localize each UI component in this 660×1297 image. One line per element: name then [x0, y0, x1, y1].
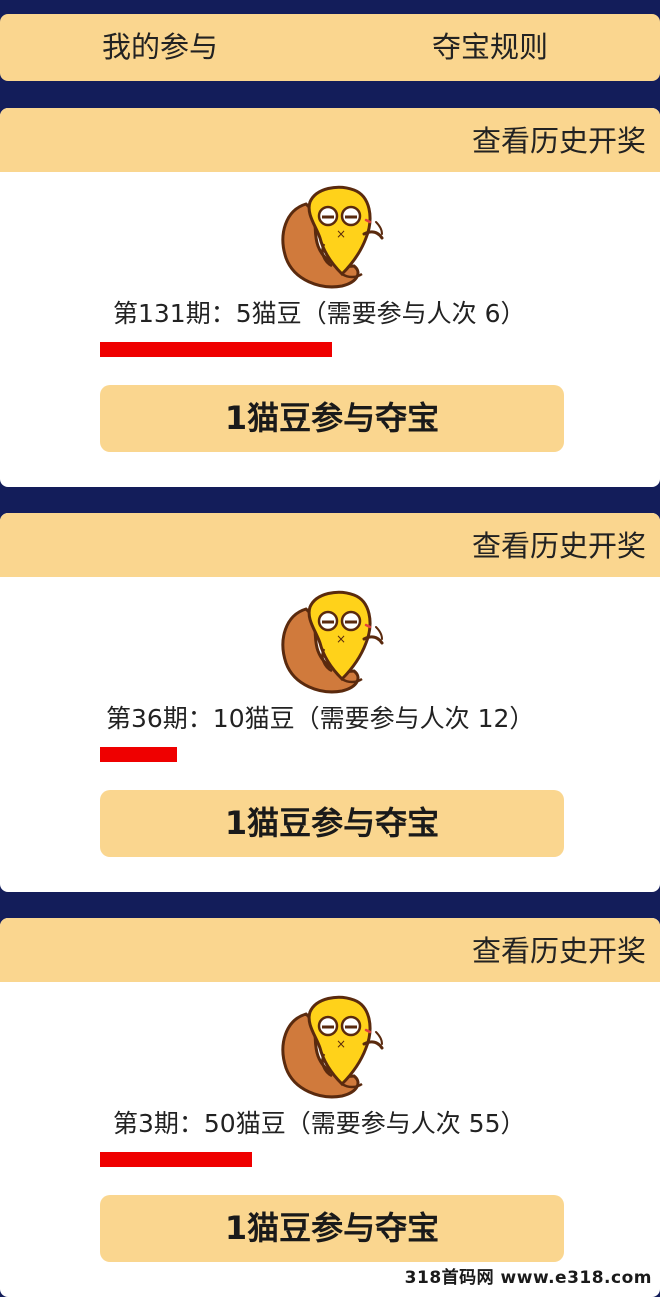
lottery-card: 查看历史开奖 × 第36期：10猫豆（需要参与人次 12） 1猫豆参与夺宝 [0, 513, 660, 892]
progress-bar [100, 342, 332, 357]
lottery-card: 查看历史开奖 × 第131期：5猫豆（需要参与人次 6） 1猫豆参与夺宝 [0, 108, 660, 487]
card-header: 查看历史开奖 [0, 513, 660, 577]
tab-my-participation[interactable]: 我的参与 [102, 14, 218, 81]
svg-text:×: × [336, 632, 346, 646]
top-nav-bar: 我的参与 夺宝规则 [0, 14, 660, 81]
join-lottery-button[interactable]: 1猫豆参与夺宝 [100, 1195, 564, 1262]
svg-text:×: × [336, 227, 346, 241]
join-lottery-button[interactable]: 1猫豆参与夺宝 [100, 790, 564, 857]
bean-mascot-icon: × [281, 590, 384, 694]
bean-mascot-icon: × [281, 185, 384, 289]
bean-mascot-icon: × [281, 995, 384, 1099]
join-lottery-button[interactable]: 1猫豆参与夺宝 [100, 385, 564, 452]
svg-text:×: × [336, 1037, 346, 1051]
tab-rules[interactable]: 夺宝规则 [432, 14, 548, 81]
period-info: 第131期：5猫豆（需要参与人次 6） [113, 299, 526, 328]
view-history-link[interactable]: 查看历史开奖 [472, 513, 646, 577]
card-header: 查看历史开奖 [0, 918, 660, 982]
view-history-link[interactable]: 查看历史开奖 [472, 918, 646, 982]
watermark: 318首码网 www.e318.com [404, 1268, 652, 1288]
lottery-card: 查看历史开奖 × 第3期：50猫豆（需要参与人次 55） 1猫豆参与夺宝 [0, 918, 660, 1297]
card-header: 查看历史开奖 [0, 108, 660, 172]
view-history-link[interactable]: 查看历史开奖 [472, 108, 646, 172]
period-info: 第36期：10猫豆（需要参与人次 12） [106, 704, 535, 733]
period-info: 第3期：50猫豆（需要参与人次 55） [113, 1109, 526, 1138]
progress-bar [100, 747, 177, 762]
progress-bar [100, 1152, 252, 1167]
